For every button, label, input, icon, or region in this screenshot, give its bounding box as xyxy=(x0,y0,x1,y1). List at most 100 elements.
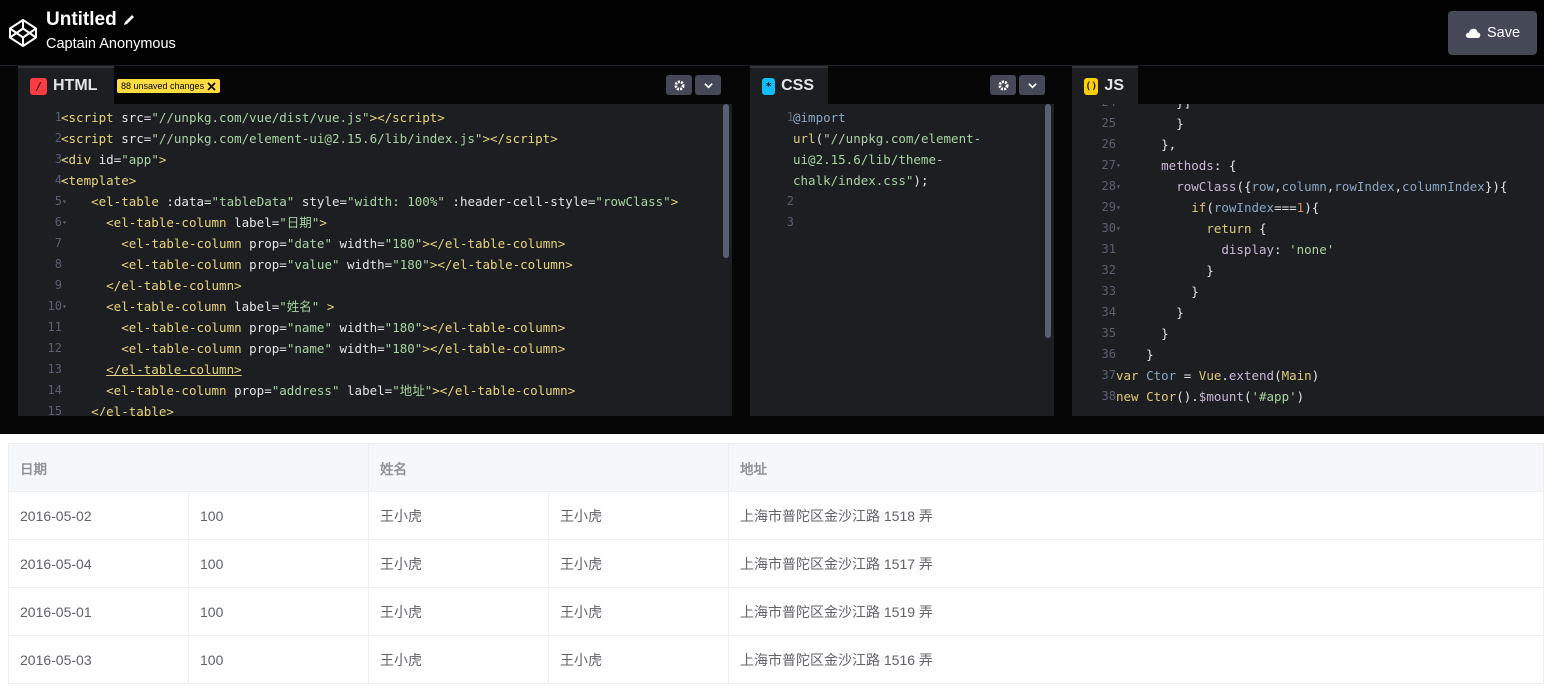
table-cell: 王小虎 xyxy=(368,491,549,540)
html-editor-pane: / HTML 88 unsaved changes 1 <script src="… xyxy=(18,66,732,416)
line-number: 34 xyxy=(1101,305,1116,319)
table-cell: 王小虎 xyxy=(368,635,549,684)
line-number xyxy=(750,149,794,170)
author-name[interactable]: Captain Anonymous xyxy=(46,36,176,52)
table-cell: 2016-05-03 xyxy=(8,635,189,684)
code-line: 13 </el-table-column> xyxy=(18,359,732,380)
table-cell: 2016-05-01 xyxy=(8,587,189,636)
code-text: <el-table-column prop="date" width="180"… xyxy=(121,236,566,251)
code-line: 14 <el-table-column prop="address" label… xyxy=(18,380,732,401)
code-text: </el-table-column> xyxy=(106,362,242,377)
line-number: 33 xyxy=(1101,284,1116,298)
element-table: 日期 姓名 地址 2016-05-02 100 王小虎 王小虎 上海市普陀区金沙江路 1… xyxy=(8,443,1544,684)
table-cell: 100 xyxy=(188,539,369,588)
line-number: 36 xyxy=(1101,347,1116,361)
table-cell: 王小虎 xyxy=(548,491,729,540)
code-line: ui@2.15.6/lib/theme- xyxy=(750,149,1054,170)
unsaved-changes-badge[interactable]: 88 unsaved changes xyxy=(117,79,221,93)
code-text: <script src="//unpkg.com/vue/dist/vue.js… xyxy=(61,110,445,125)
save-button[interactable]: Save xyxy=(1448,11,1537,55)
code-text: if(rowIndex===1){ xyxy=(1191,200,1320,215)
line-number: 9 xyxy=(54,278,62,292)
code-line: 33 } xyxy=(1072,281,1544,302)
code-text: }] xyxy=(1116,104,1191,113)
save-button-label: Save xyxy=(1486,25,1521,41)
code-line: 38 new Ctor().$mount('#app') xyxy=(1072,386,1544,407)
code-line: 35 } xyxy=(1072,323,1544,344)
table-row: 2016-05-01 100 王小虎 王小虎 上海市普陀区金沙江路 1519 弄 xyxy=(8,587,1544,636)
code-line: 1 <script src="//unpkg.com/vue/dist/vue.j… xyxy=(18,107,732,128)
code-line: 6 ▾ <el-table-column label="日期"> xyxy=(18,212,732,233)
editor-area: / HTML 88 unsaved changes 1 <script src="… xyxy=(0,66,1544,416)
js-tab[interactable]: () JS xyxy=(1072,66,1138,104)
line-number xyxy=(750,128,794,149)
table-cell: 上海市普陀区金沙江路 1519 弄 xyxy=(728,587,1544,636)
css-code-editor[interactable]: 1 @import url("//unpkg.com/element-ui@2.15… xyxy=(750,104,1054,416)
line-number: 31 xyxy=(1101,242,1116,256)
css-tab[interactable]: * CSS xyxy=(750,66,828,104)
header-name: 姓名 xyxy=(368,443,729,492)
js-code-editor[interactable]: 24 }]25 }26 },27▾ methods: {28▾ rowClass… xyxy=(1072,104,1544,416)
css-settings-button[interactable] xyxy=(990,75,1016,95)
line-number: 14 xyxy=(47,383,62,397)
code-line: 36 } xyxy=(1072,344,1544,365)
code-text: } xyxy=(1116,284,1199,299)
table-row: 2016-05-02 100 王小虎 王小虎 上海市普陀区金沙江路 1518 弄 xyxy=(8,491,1544,540)
js-braces-icon: () xyxy=(1084,77,1099,95)
close-icon[interactable] xyxy=(207,81,216,91)
code-text: <el-table-column label="日期"> xyxy=(106,215,327,230)
line-number: 2 xyxy=(54,131,62,145)
title-row: Untitled xyxy=(46,9,136,31)
code-line: 10 ▾ <el-table-column label="姓名" > xyxy=(18,296,732,317)
html-scrollbar[interactable] xyxy=(723,104,729,258)
table-cell: 100 xyxy=(188,587,369,636)
code-line: 12 <el-table-column prop="name" width="1… xyxy=(18,338,732,359)
table-cell: 王小虎 xyxy=(368,587,549,636)
html-tab[interactable]: / HTML xyxy=(18,66,114,104)
line-number: 13 xyxy=(47,362,62,376)
pen-title[interactable]: Untitled xyxy=(46,9,117,31)
table-row: 2016-05-04 100 王小虎 王小虎 上海市普陀区金沙江路 1517 弄 xyxy=(8,539,1544,588)
table-cell: 2016-05-02 xyxy=(8,491,189,540)
html-collapse-button[interactable] xyxy=(695,75,721,95)
code-text: <el-table-column prop="value" width="180… xyxy=(121,257,573,272)
codepen-logo-icon[interactable] xyxy=(7,17,39,49)
line-number: 28 xyxy=(1101,179,1116,193)
code-text: } xyxy=(1116,116,1184,131)
line-number: 35 xyxy=(1101,326,1116,340)
code-line: 11 <el-table-column prop="name" width="1… xyxy=(18,317,732,338)
line-number: 29 xyxy=(1101,200,1116,214)
code-text: } xyxy=(1116,326,1169,341)
table-cell: 王小虎 xyxy=(548,635,729,684)
code-line: 8 <el-table-column prop="value" width="1… xyxy=(18,254,732,275)
gear-icon xyxy=(673,79,685,91)
css-scrollbar[interactable] xyxy=(1045,104,1051,338)
html-code-editor[interactable]: 1 <script src="//unpkg.com/vue/dist/vue.j… xyxy=(18,104,732,416)
table-cell: 王小虎 xyxy=(548,539,729,588)
code-text: chalk/index.css"); xyxy=(793,173,929,188)
code-line: 4 ▾ <template> xyxy=(18,170,732,191)
gear-icon xyxy=(997,79,1009,91)
result-preview: 日期 姓名 地址 2016-05-02 100 王小虎 王小虎 上海市普陀区金沙江路 1… xyxy=(0,434,1544,697)
resize-handle[interactable] xyxy=(0,416,1544,434)
code-text: <el-table-column label="姓名" > xyxy=(106,299,335,314)
pencil-icon[interactable] xyxy=(122,13,136,27)
css-tab-label: CSS xyxy=(781,77,814,94)
code-line: url("//unpkg.com/element- xyxy=(750,128,1054,149)
line-number: 8 xyxy=(54,257,62,271)
code-text: <el-table-column prop="address" label="地… xyxy=(106,383,576,398)
line-number: 1 xyxy=(786,110,794,124)
table-cell: 王小虎 xyxy=(368,539,549,588)
code-text: var Ctor = Vue.extend(Main) xyxy=(1116,368,1320,383)
html-slash-icon: / xyxy=(30,77,47,95)
code-text: <div id="app"> xyxy=(61,152,167,167)
code-text: new Ctor().$mount('#app') xyxy=(1116,389,1305,404)
code-line: 3 xyxy=(750,212,1054,233)
html-settings-button[interactable] xyxy=(666,75,692,95)
css-collapse-button[interactable] xyxy=(1019,75,1045,95)
line-number: 24 xyxy=(1072,104,1116,113)
line-number: 1 xyxy=(54,110,62,124)
code-line: 24 }] xyxy=(1072,104,1544,113)
line-number: 10 xyxy=(47,299,62,313)
code-line: 15 </el-table> xyxy=(18,401,732,416)
